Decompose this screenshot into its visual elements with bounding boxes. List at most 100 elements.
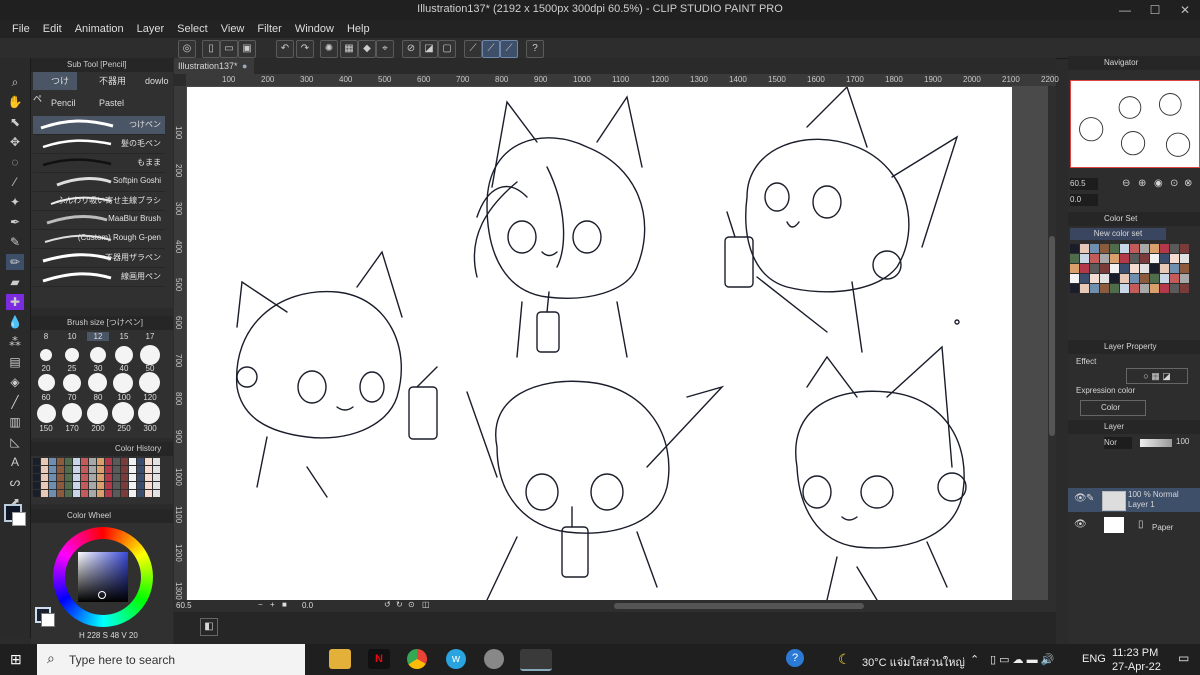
- color-swatch[interactable]: [129, 458, 136, 465]
- stop-icon[interactable]: ■: [282, 600, 287, 609]
- color-swatch[interactable]: [33, 482, 40, 489]
- taskbar-search[interactable]: ⌕ Type here to search: [37, 644, 305, 675]
- tray-icons[interactable]: ▯ ▭ ☁ ▬ 🔊: [990, 653, 1054, 666]
- brush-size-option[interactable]: 8: [35, 332, 57, 341]
- color-swatch[interactable]: [1150, 244, 1159, 253]
- color-swatch[interactable]: [1090, 274, 1099, 283]
- blend-icon[interactable]: 💧: [6, 314, 24, 330]
- color-swatch[interactable]: [57, 482, 64, 489]
- color-swatch[interactable]: [1170, 254, 1179, 263]
- color-swatch[interactable]: [1130, 244, 1139, 253]
- brush-size-option[interactable]: 120: [139, 393, 161, 402]
- color-swatch[interactable]: [1150, 254, 1159, 263]
- color-swatch[interactable]: [1080, 244, 1089, 253]
- color-swatch[interactable]: [89, 458, 96, 465]
- zoom-readout[interactable]: 60.5: [176, 601, 192, 610]
- color-swatch[interactable]: [73, 474, 80, 481]
- color-swatch[interactable]: [97, 490, 104, 497]
- color-swatch[interactable]: [137, 458, 144, 465]
- color-swatch[interactable]: [1110, 254, 1119, 263]
- color-swatch[interactable]: [73, 482, 80, 489]
- deselect-icon[interactable]: ⊘: [402, 40, 420, 58]
- brush-size-dot[interactable]: [90, 347, 106, 363]
- brush-item[interactable]: もまま: [33, 154, 165, 173]
- color-swatch[interactable]: [1100, 284, 1109, 293]
- color-swatch[interactable]: [49, 482, 56, 489]
- zoom-in-button[interactable]: +: [270, 600, 275, 609]
- show-selection-icon[interactable]: ▢: [438, 40, 456, 58]
- brush-item[interactable]: MaaBlur Brush: [33, 211, 165, 230]
- rotate-right-icon[interactable]: ↻: [396, 600, 403, 609]
- scrollbar-thumb[interactable]: [1049, 236, 1055, 436]
- color-swatch[interactable]: [1140, 284, 1149, 293]
- brush-size-dot[interactable]: [63, 374, 81, 392]
- color-swatch[interactable]: [1110, 274, 1119, 283]
- color-swatch[interactable]: [1150, 284, 1159, 293]
- color-swatch[interactable]: [137, 490, 144, 497]
- navigator-preview[interactable]: [1070, 80, 1200, 168]
- color-swatch[interactable]: [105, 466, 112, 473]
- color-swatch[interactable]: [1070, 254, 1079, 263]
- brush-icon[interactable]: ✎: [6, 234, 24, 250]
- color-swatch[interactable]: [145, 490, 152, 497]
- color-swatch[interactable]: [49, 474, 56, 481]
- vertical-scrollbar[interactable]: [1048, 86, 1056, 600]
- visibility-eye-icon[interactable]: 👁: [1074, 519, 1087, 530]
- color-swatch[interactable]: [121, 482, 128, 489]
- color-swatch[interactable]: [65, 466, 72, 473]
- color-swatch[interactable]: [1100, 254, 1109, 263]
- clip-studio-launcher-icon[interactable]: [484, 649, 504, 669]
- snap-ruler-icon[interactable]: ⟋: [464, 40, 482, 58]
- menu-file[interactable]: File: [12, 23, 30, 35]
- figure-icon[interactable]: ╱: [6, 394, 24, 410]
- color-swatch[interactable]: [1130, 254, 1139, 263]
- brush-size-dot[interactable]: [62, 403, 82, 423]
- brush-item[interactable]: 不器用ザラペン: [33, 249, 165, 268]
- color-swatch[interactable]: [1170, 274, 1179, 283]
- help-icon[interactable]: ?: [526, 40, 544, 58]
- lasso-icon[interactable]: ◌: [6, 154, 24, 170]
- fill-tool-icon[interactable]: ◈: [6, 374, 24, 390]
- menu-window[interactable]: Window: [295, 23, 334, 35]
- color-swatch[interactable]: [73, 490, 80, 497]
- color-swatch[interactable]: [153, 474, 160, 481]
- visibility-eye-icon[interactable]: 👁: [1074, 493, 1087, 504]
- help-circle-icon[interactable]: ?: [786, 649, 804, 667]
- color-swatch[interactable]: [89, 474, 96, 481]
- color-swatch[interactable]: [121, 458, 128, 465]
- new-file-icon[interactable]: ▯: [202, 40, 220, 58]
- opacity-value[interactable]: 100: [1176, 437, 1189, 446]
- color-swatch[interactable]: [1120, 254, 1129, 263]
- angle-readout[interactable]: 0.0: [302, 601, 313, 610]
- sub-color-swatch[interactable]: [12, 512, 26, 526]
- brush-item[interactable]: 髪の毛ペン: [33, 135, 165, 154]
- color-swatch[interactable]: [97, 466, 104, 473]
- show-hidden-icons[interactable]: ⌃: [970, 653, 979, 666]
- color-swatch[interactable]: [145, 474, 152, 481]
- color-swatch[interactable]: [1080, 254, 1089, 263]
- color-swatch[interactable]: [153, 482, 160, 489]
- color-swatch[interactable]: [1120, 244, 1129, 253]
- color-swatch[interactable]: [73, 458, 80, 465]
- clip-studio-icon[interactable]: ◎: [178, 40, 196, 58]
- brush-size-dot[interactable]: [112, 402, 134, 424]
- color-swatch[interactable]: [113, 490, 120, 497]
- brush-item[interactable]: Softpin Goshi: [33, 173, 165, 192]
- brush-item[interactable]: ふんわり吸い寄せ主線ブラシ: [33, 192, 165, 211]
- color-swatch[interactable]: [1180, 244, 1189, 253]
- text-icon[interactable]: A: [6, 454, 24, 470]
- brush-size-dot[interactable]: [88, 373, 107, 392]
- pen-icon[interactable]: ✒: [6, 214, 24, 230]
- color-swatch[interactable]: [1090, 264, 1099, 273]
- subtool-tab-pastel[interactable]: Pastel: [83, 94, 124, 112]
- menu-filter[interactable]: Filter: [257, 23, 281, 35]
- color-swatch[interactable]: [1070, 244, 1079, 253]
- color-swatch[interactable]: [1120, 284, 1129, 293]
- color-swatch[interactable]: [89, 490, 96, 497]
- brush-size-option[interactable]: 17: [139, 332, 161, 341]
- color-swatch[interactable]: [1110, 264, 1119, 273]
- brush-size-dot[interactable]: [65, 348, 79, 362]
- transform-icon[interactable]: ⌖: [376, 40, 394, 58]
- horizontal-scrollbar[interactable]: [614, 603, 864, 609]
- color-swatch[interactable]: [1180, 274, 1189, 283]
